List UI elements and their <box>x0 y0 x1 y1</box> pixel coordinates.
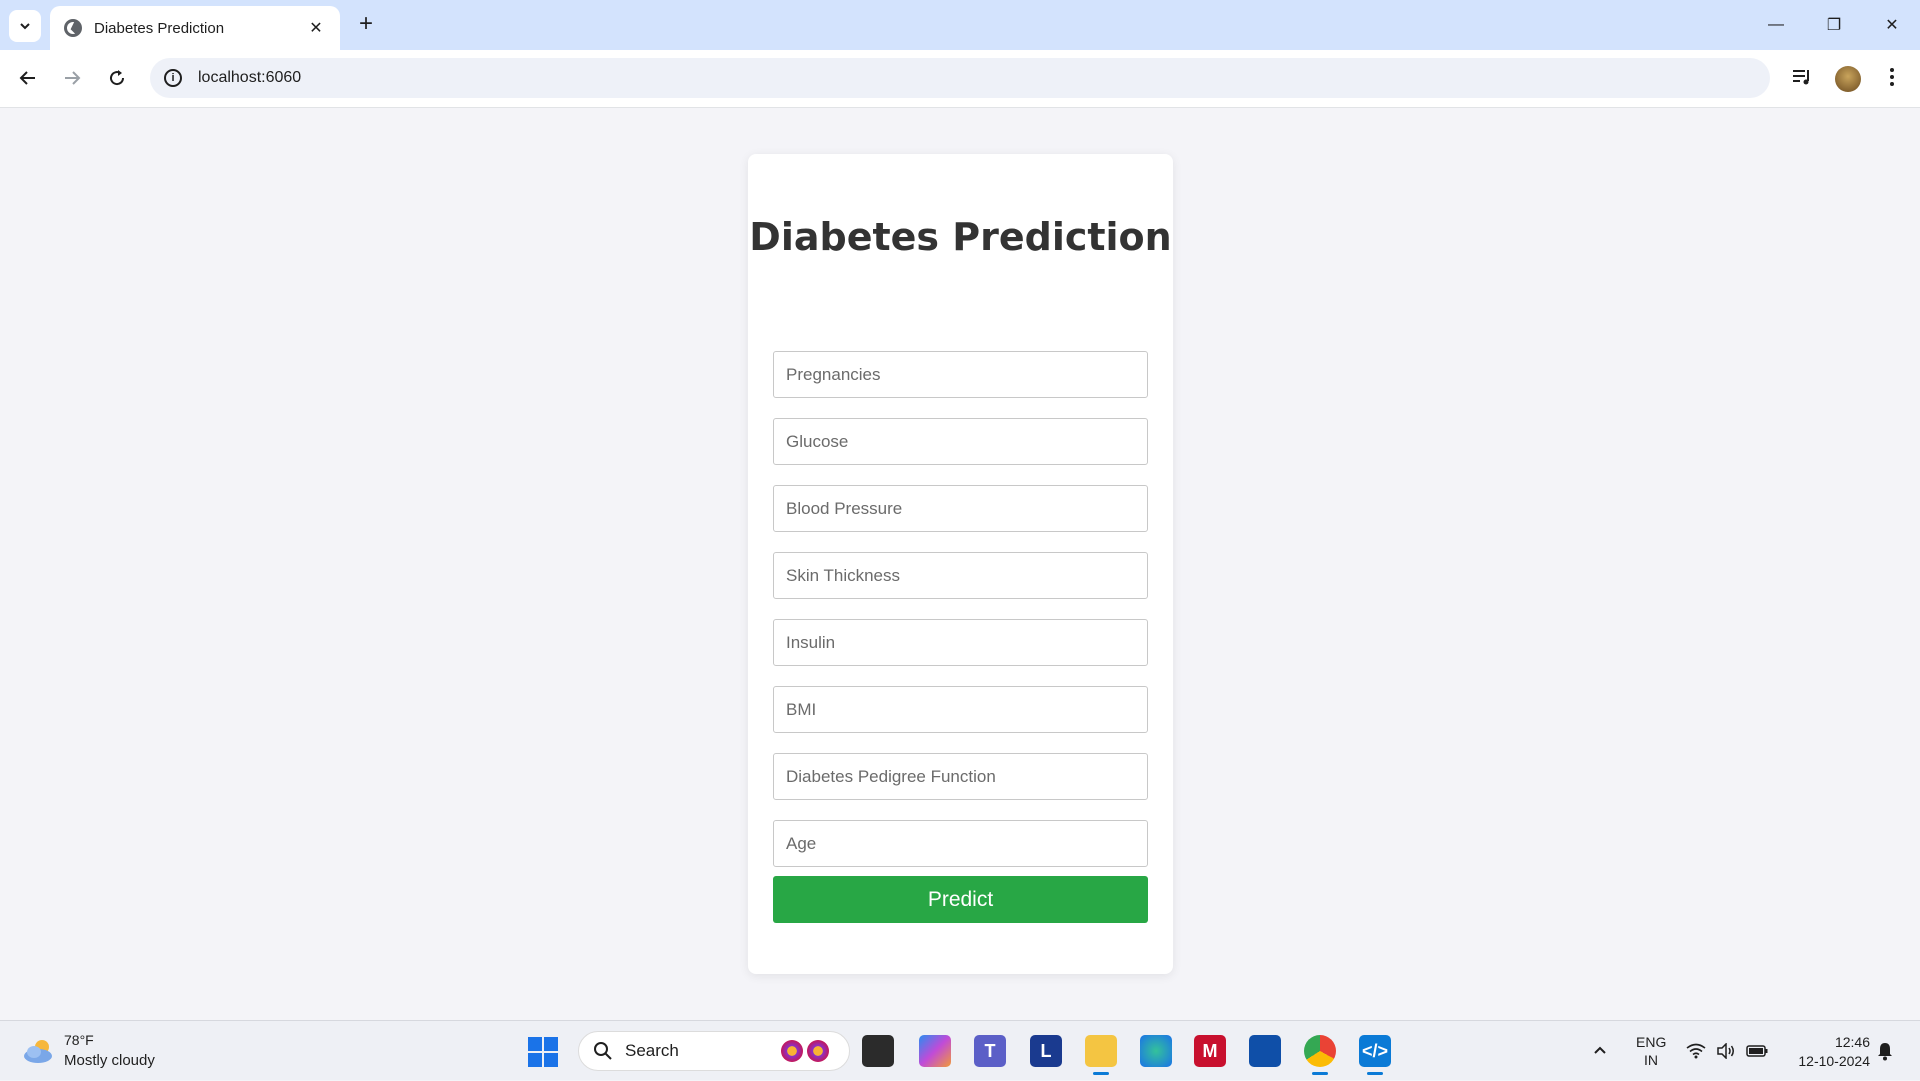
globe-icon <box>64 19 82 37</box>
search-highlight-icon <box>781 1040 831 1064</box>
pregnancies-input[interactable] <box>773 351 1148 398</box>
prediction-form-card: Diabetes Prediction Predict <box>748 154 1173 974</box>
chrome-icon[interactable] <box>1304 1035 1336 1075</box>
tab-title: Diabetes Prediction <box>94 19 225 37</box>
reload-button[interactable] <box>101 62 133 94</box>
browser-toolbar: i localhost:6060 G <box>0 50 1920 132</box>
page-content: Diabetes Prediction Predict <box>0 108 1920 1020</box>
weather-cloud-icon[interactable] <box>22 1036 56 1066</box>
clock-date: 12-10-2024 <box>1798 1053 1870 1069</box>
url-text: localhost:6060 <box>198 69 302 86</box>
search-icon <box>594 1042 612 1060</box>
weather-description[interactable]: Mostly cloudy <box>64 1052 155 1069</box>
region-code: IN <box>1644 1052 1658 1068</box>
skin-thickness-input[interactable] <box>773 552 1148 599</box>
glucose-input[interactable] <box>773 418 1148 465</box>
l-app-icon[interactable]: L <box>1030 1035 1062 1067</box>
taskbar-search-label: Search <box>625 1041 679 1060</box>
chevron-down-icon <box>20 23 30 30</box>
reload-icon <box>110 70 125 86</box>
battery-icon[interactable] <box>1746 1021 1768 1081</box>
copilot-icon[interactable] <box>919 1035 951 1067</box>
arrow-left-icon <box>19 71 35 85</box>
vscode-icon[interactable]: </> <box>1359 1035 1391 1075</box>
volume-icon[interactable] <box>1716 1021 1736 1081</box>
clock-time: 12:46 <box>1834 1034 1870 1050</box>
more-menu-icon[interactable] <box>1881 66 1903 88</box>
tab-search-button[interactable] <box>9 10 41 42</box>
language-indicator[interactable]: ENG IN <box>1636 1033 1666 1069</box>
bmi-input[interactable] <box>773 686 1148 733</box>
media-control-icon[interactable] <box>1791 66 1813 88</box>
arrow-right-icon <box>65 71 81 85</box>
system-clock[interactable]: 12:46 12-10-2024 <box>1780 1033 1870 1071</box>
insulin-input[interactable] <box>773 619 1148 666</box>
site-info-icon[interactable]: i <box>164 69 182 87</box>
store-icon[interactable] <box>1249 1035 1281 1067</box>
new-tab-button[interactable]: + <box>352 10 380 38</box>
file-explorer-icon[interactable] <box>862 1035 894 1067</box>
close-window-button[interactable]: ✕ <box>1864 0 1920 50</box>
back-button[interactable] <box>12 62 44 94</box>
taskbar-search-box[interactable]: Search <box>578 1031 850 1071</box>
mcafee-icon[interactable]: M <box>1194 1035 1226 1067</box>
teams-icon[interactable]: T <box>974 1035 1006 1067</box>
forward-button[interactable] <box>56 62 88 94</box>
language-code: ENG <box>1636 1034 1667 1050</box>
folder-icon[interactable] <box>1085 1035 1117 1075</box>
show-hidden-icons-button[interactable] <box>1592 1021 1608 1081</box>
address-bar[interactable]: i localhost:6060 <box>150 58 1770 98</box>
windows-start-icon[interactable] <box>528 1037 558 1067</box>
edge-icon[interactable] <box>1140 1035 1172 1067</box>
browser-tab[interactable]: Diabetes Prediction ✕ <box>50 6 340 50</box>
tab-strip: Diabetes Prediction ✕ + — ❐ ✕ <box>0 0 1920 50</box>
predict-button[interactable]: Predict <box>773 876 1148 923</box>
chevron-up-icon <box>1594 1046 1606 1054</box>
profile-avatar[interactable] <box>1835 66 1861 92</box>
notification-bell-icon[interactable] <box>1876 1021 1894 1081</box>
age-input[interactable] <box>773 820 1148 867</box>
minimize-button[interactable]: — <box>1748 0 1804 50</box>
page-title: Diabetes Prediction <box>749 215 1172 259</box>
weather-temperature[interactable]: 78°F <box>64 1032 94 1048</box>
blood-pressure-input[interactable] <box>773 485 1148 532</box>
diabetes-pedigree-function-input[interactable] <box>773 753 1148 800</box>
restore-button[interactable]: ❐ <box>1806 0 1862 50</box>
wifi-icon[interactable] <box>1686 1021 1706 1081</box>
taskbar: 78°F Mostly cloudy Search T L M </> ENG … <box>0 1020 1920 1080</box>
tab-close-button[interactable]: ✕ <box>306 18 326 38</box>
